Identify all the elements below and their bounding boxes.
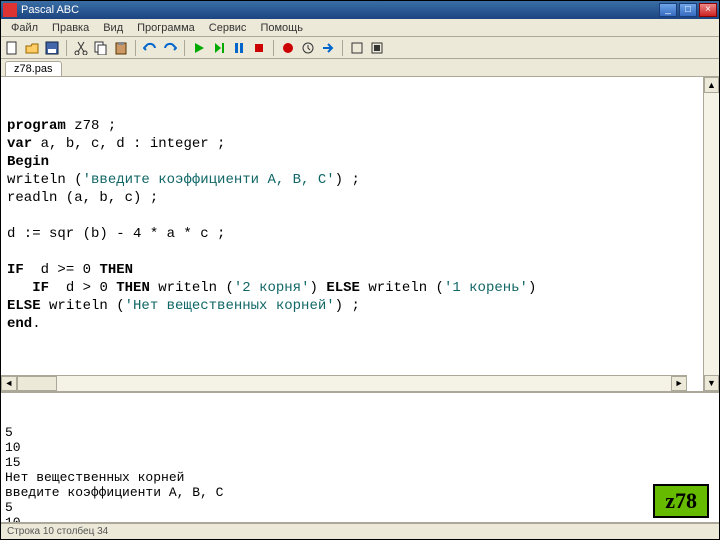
save-icon <box>45 41 59 55</box>
menu-вид[interactable]: Вид <box>97 21 129 35</box>
toolbar-separator <box>273 40 274 56</box>
h-scroll-track[interactable] <box>57 376 671 391</box>
step-icon <box>212 41 226 55</box>
undo-icon <box>143 41 157 55</box>
v-scroll-track[interactable] <box>704 93 719 375</box>
run-icon <box>192 41 206 55</box>
toolbar-separator <box>135 40 136 56</box>
slide-badge: z78 <box>653 484 709 518</box>
menu-программа[interactable]: Программа <box>131 21 201 35</box>
app-window: Pascal ABC _ □ × ФайлПравкаВидПрограммаС… <box>0 0 720 540</box>
toolbar-separator <box>66 40 67 56</box>
maximize-button[interactable]: □ <box>679 3 697 17</box>
h-scrollbar[interactable]: ◄ ► <box>1 375 687 391</box>
brk-icon <box>281 41 295 55</box>
paste-button[interactable] <box>112 39 130 57</box>
toolbar-separator <box>184 40 185 56</box>
editor-pane: program z78 ; var a, b, c, d : integer ;… <box>1 77 719 393</box>
file-tab[interactable]: z78.pas <box>5 61 62 76</box>
goto-button[interactable] <box>319 39 337 57</box>
menu-правка[interactable]: Правка <box>46 21 95 35</box>
output-pane[interactable]: 5 10 15 Нет вещественных корней введите … <box>1 393 719 523</box>
watch-icon <box>301 41 315 55</box>
new-button[interactable] <box>3 39 21 57</box>
opt2-button[interactable] <box>368 39 386 57</box>
close-button[interactable]: × <box>699 3 717 17</box>
save-button[interactable] <box>43 39 61 57</box>
scroll-down-icon[interactable]: ▼ <box>704 375 719 391</box>
open-icon <box>25 41 39 55</box>
window-title: Pascal ABC <box>21 4 657 16</box>
tabbar: z78.pas <box>1 59 719 77</box>
brk-button[interactable] <box>279 39 297 57</box>
copy-button[interactable] <box>92 39 110 57</box>
open-button[interactable] <box>23 39 41 57</box>
pause-icon <box>232 41 246 55</box>
redo-button[interactable] <box>161 39 179 57</box>
copy-icon <box>94 41 108 55</box>
opt1-icon <box>350 41 364 55</box>
toolbar-separator <box>342 40 343 56</box>
toolbar <box>1 37 719 59</box>
opt1-button[interactable] <box>348 39 366 57</box>
cut-button[interactable] <box>72 39 90 57</box>
menu-помощь[interactable]: Помощь <box>254 21 309 35</box>
new-icon <box>5 41 19 55</box>
output-text: 5 10 15 Нет вещественных корней введите … <box>5 425 715 523</box>
scroll-right-icon[interactable]: ► <box>671 376 687 391</box>
minimize-button[interactable]: _ <box>659 3 677 17</box>
app-icon <box>3 3 17 17</box>
titlebar: Pascal ABC _ □ × <box>1 1 719 19</box>
pause-button[interactable] <box>230 39 248 57</box>
v-scrollbar[interactable]: ▲ ▼ <box>703 77 719 391</box>
code-content: program z78 ; var a, b, c, d : integer ;… <box>7 117 697 333</box>
undo-button[interactable] <box>141 39 159 57</box>
step-button[interactable] <box>210 39 228 57</box>
code-editor[interactable]: program z78 ; var a, b, c, d : integer ;… <box>1 77 703 391</box>
paste-icon <box>114 41 128 55</box>
goto-icon <box>321 41 335 55</box>
watch-button[interactable] <box>299 39 317 57</box>
h-scroll-thumb[interactable] <box>17 376 57 391</box>
status-text: Строка 10 столбец 34 <box>7 526 108 537</box>
scroll-left-icon[interactable]: ◄ <box>1 376 17 391</box>
menubar: ФайлПравкаВидПрограммаСервисПомощь <box>1 19 719 37</box>
opt2-icon <box>370 41 384 55</box>
stop-icon <box>252 41 266 55</box>
stop-button[interactable] <box>250 39 268 57</box>
redo-icon <box>163 41 177 55</box>
scroll-up-icon[interactable]: ▲ <box>704 77 719 93</box>
menu-сервис[interactable]: Сервис <box>203 21 253 35</box>
run-button[interactable] <box>190 39 208 57</box>
cut-icon <box>74 41 88 55</box>
menu-файл[interactable]: Файл <box>5 21 44 35</box>
statusbar: Строка 10 столбец 34 <box>1 523 719 539</box>
